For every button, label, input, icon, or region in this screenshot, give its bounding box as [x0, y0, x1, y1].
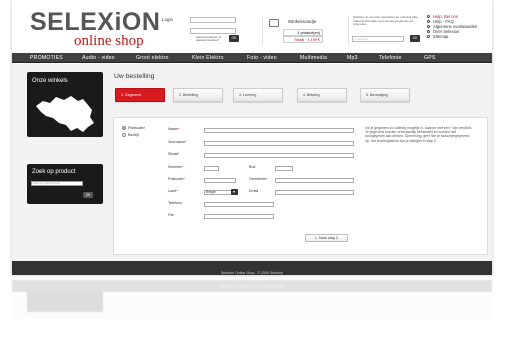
voornaam-field[interactable]	[204, 141, 354, 146]
telefoon-label: Telefoon	[168, 201, 182, 205]
bullet-icon	[427, 25, 430, 29]
belgium-map-icon[interactable]	[33, 94, 97, 134]
search-ok-button[interactable]: OK	[83, 192, 93, 198]
bus-field[interactable]	[275, 166, 293, 171]
nav-klein-elektro[interactable]: Klein Elektro	[192, 53, 224, 63]
fax-field[interactable]	[204, 214, 274, 219]
cart-box[interactable]: Winkelmandje 1 product(en) Totaal : 1.19…	[262, 17, 346, 45]
nav-multimedia[interactable]: Multimedia	[300, 53, 327, 63]
page-reflection: Selexion Online Shop - © 2009 Selexion	[12, 280, 492, 320]
content-area: Onze winkels Zoek op product Zoek op pro…	[12, 64, 492, 261]
nav-audio-video[interactable]: Audio - video	[82, 53, 115, 63]
reflection-footer-text: Selexion Online Shop - © 2009 Selexion	[220, 284, 284, 288]
voornaam-label: Voornaam*	[168, 140, 187, 144]
email-label: Email	[249, 189, 259, 193]
footer-text: Selexion Online Shop - © 2009 Selexion	[220, 271, 284, 275]
login-email-input[interactable]	[190, 17, 236, 23]
nav-mp3[interactable]: Mp3	[347, 53, 358, 63]
nav-foto-video[interactable]: Foto - video	[247, 53, 277, 63]
cart-total: Totaal : 1.199 €	[283, 36, 323, 43]
search-input[interactable]: Zoek op product of merk	[31, 181, 83, 186]
chevron-down-icon[interactable]	[231, 189, 238, 195]
selexion-logo[interactable]: SELEXiON online shop	[30, 8, 161, 50]
bullet-icon	[427, 35, 430, 39]
stores-box[interactable]: Onze winkels	[27, 72, 103, 137]
email-field[interactable]	[275, 190, 354, 195]
telefoon-field[interactable]	[204, 202, 274, 207]
next-step-button[interactable]: ▷ Naar stap 2	[305, 234, 348, 242]
postcode-field[interactable]	[204, 178, 236, 183]
step-bestelling[interactable]: 2. Bestelling	[173, 88, 223, 102]
radio-checked-icon	[122, 126, 126, 130]
link-sitemap[interactable]: Sitemap	[427, 34, 491, 39]
bus-label: Bus	[249, 165, 256, 169]
footer: Selexion Online Shop - © 2009 Selexion	[12, 261, 492, 275]
naam-field[interactable]	[204, 128, 354, 133]
form-info-text: Vul je gegevens zo volledig mogelijk in,…	[365, 126, 473, 143]
stores-title: Onze winkels	[32, 78, 68, 84]
land-label: Land*	[168, 189, 178, 193]
login-label: Login	[162, 17, 174, 22]
land-select[interactable]: Belgie	[204, 190, 232, 195]
nummer-field[interactable]	[204, 166, 219, 171]
search-box: Zoek op product Zoek op product of merk …	[27, 164, 103, 204]
page-frame: SELEXiON online shop Login Paswoord geko…	[12, 0, 492, 275]
newsletter-ok-button[interactable]: OK	[410, 35, 420, 42]
gemeente-field[interactable]	[275, 178, 354, 183]
brand-name: SELEXiON	[30, 8, 161, 36]
reflection-sidebar	[27, 292, 103, 312]
newsletter-text: Schrijf je in op onze newsletter en ontv…	[353, 15, 418, 27]
newsletter-email-input[interactable]: e-mail adres	[352, 36, 404, 42]
login-box: Login Paswoord gekozen of paswoord verge…	[162, 17, 262, 49]
nav-telefonie[interactable]: Telefonie	[379, 53, 402, 63]
step-betaling[interactable]: 4. Betaling	[297, 88, 347, 102]
newsletter-box: Schrijf je in op onze newsletter en ontv…	[348, 15, 426, 46]
straat-field[interactable]	[204, 153, 354, 158]
step-gegevens[interactable]: 1. Gegevens	[115, 88, 165, 102]
nav-promoties[interactable]: PROMOTIES	[30, 53, 63, 63]
fax-label: Fax	[168, 213, 175, 217]
step-bevestiging[interactable]: 5. Bevestiging	[360, 88, 410, 102]
header-links: Hulp: Bel ons Help - FAQ Algemene voorwa…	[427, 14, 491, 39]
straat-label: Straat*	[168, 152, 180, 156]
postcode-label: Postcode*	[168, 177, 185, 181]
radio-bedrijf[interactable]: Bedrijf	[122, 133, 139, 138]
naam-label: Naam*	[168, 127, 180, 131]
step-levering[interactable]: 3. Levering	[233, 88, 283, 102]
main-nav: PROMOTIES Audio - video Groot elektro Kl…	[12, 53, 492, 63]
bullet-icon	[427, 15, 430, 19]
nav-gps[interactable]: GPS	[424, 53, 436, 63]
bullet-icon	[427, 30, 430, 34]
gemeente-label: Gemeente*	[249, 177, 268, 181]
login-ok-button[interactable]: OK	[229, 35, 239, 42]
login-password-input[interactable]	[190, 28, 236, 34]
cart-count: 1 product(en)	[283, 29, 323, 36]
radio-unchecked-icon	[122, 133, 126, 137]
nummer-label: Nummer*	[168, 165, 184, 169]
page-title: Uw bestelling	[114, 73, 155, 80]
forgot-password-link[interactable]: Paswoord gekozen of paswoord vergeten?	[196, 36, 226, 42]
bullet-icon	[427, 20, 430, 24]
cart-title: Winkelmandje	[288, 19, 317, 24]
brand-tagline: online shop	[74, 33, 144, 49]
radio-particulier[interactable]: Particulier	[122, 126, 145, 131]
customer-form: Particulier Bedrijf Naam* Voornaam* Stra…	[113, 117, 488, 255]
search-title: Zoek op product	[32, 169, 76, 175]
nav-groot-elektro[interactable]: Groot elektro	[136, 53, 169, 63]
cart-icon	[269, 19, 279, 27]
